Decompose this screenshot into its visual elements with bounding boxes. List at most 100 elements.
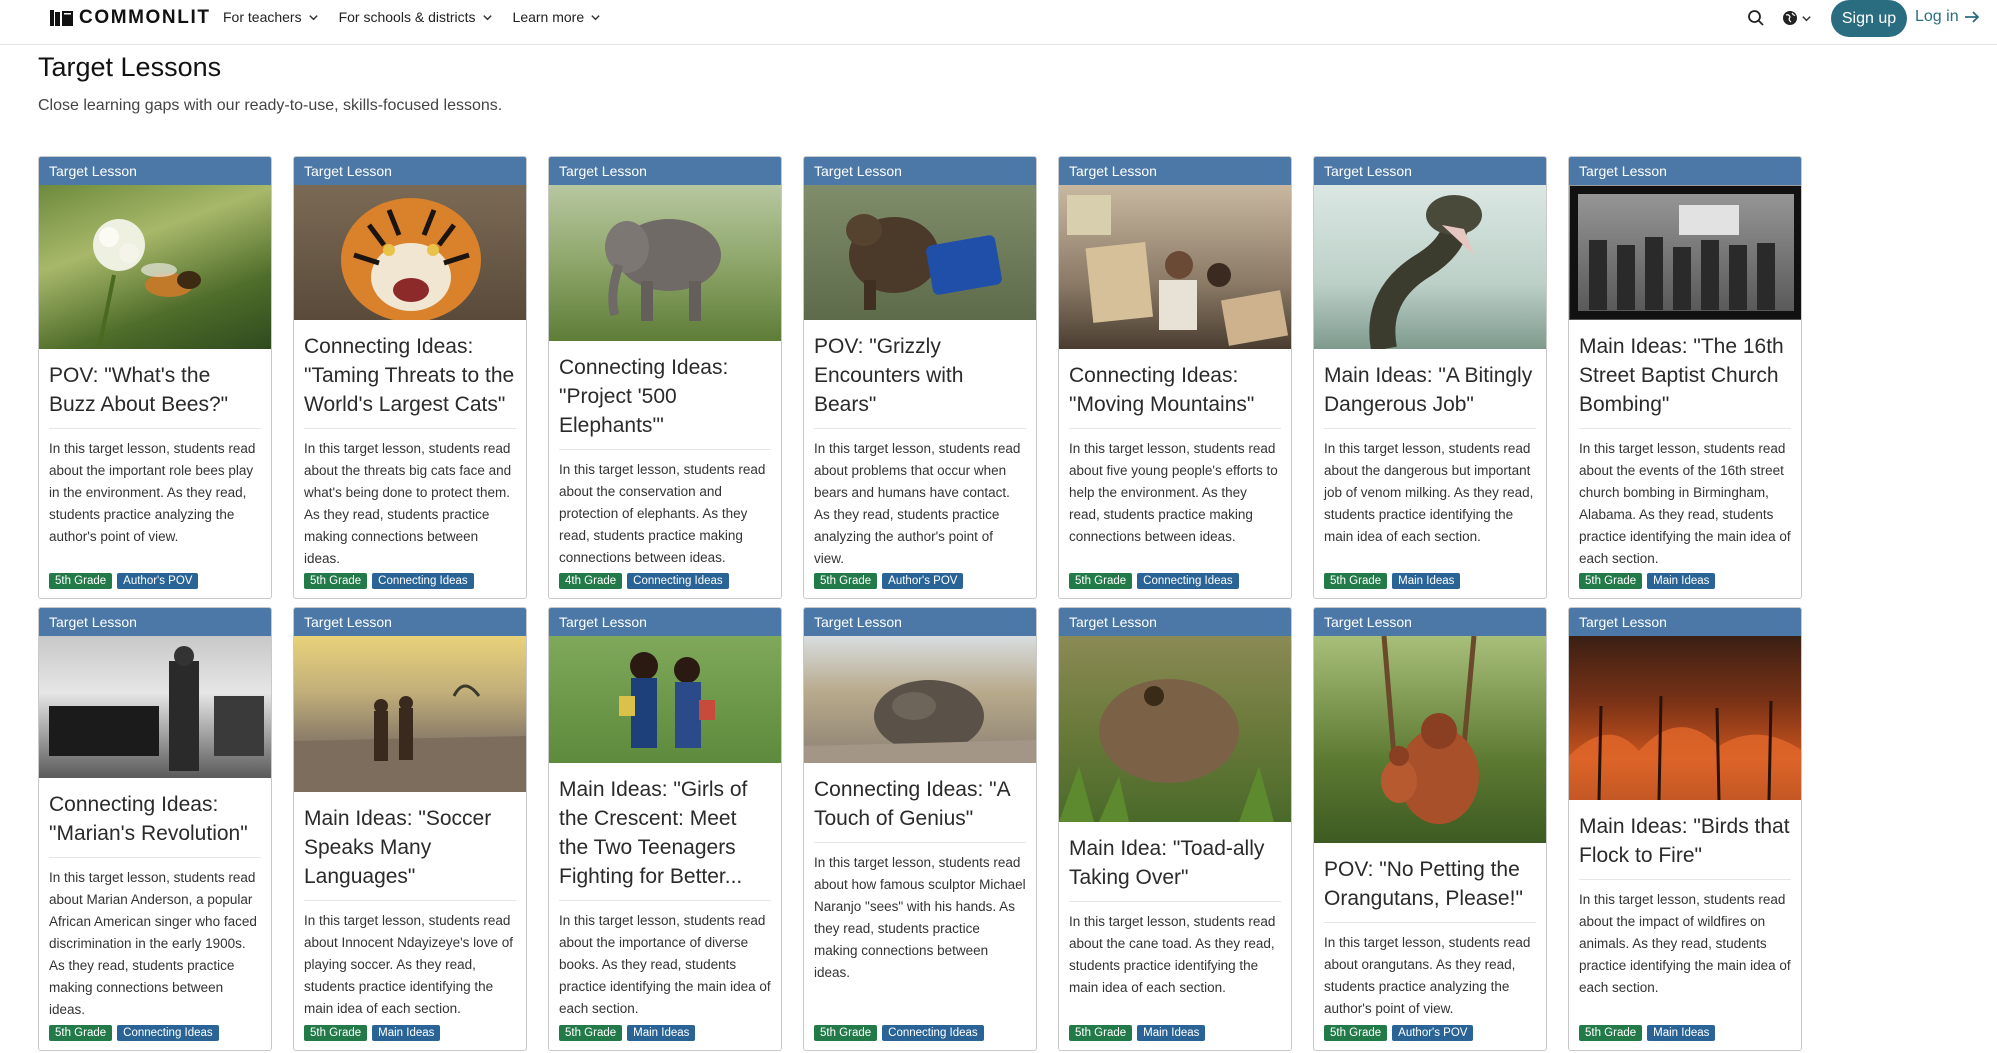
lesson-image xyxy=(294,636,526,792)
grade-badge: 5th Grade xyxy=(304,1025,368,1041)
lesson-card[interactable]: Target Lesson Main Ideas: "The 16th Stre… xyxy=(1568,156,1802,599)
lesson-description: In this target lesson, students read abo… xyxy=(1579,892,1791,995)
lesson-image xyxy=(1569,185,1801,320)
skill-badge: Connecting Ideas xyxy=(882,1025,984,1041)
lesson-card[interactable]: Target Lesson Connecting Ideas: "Marian'… xyxy=(38,607,272,1051)
card-type-label: Target Lesson xyxy=(804,157,1036,185)
nav-learn-more[interactable]: Learn more xyxy=(513,9,602,25)
lesson-title[interactable]: POV: "What's the Buzz About Bees?" xyxy=(39,361,271,419)
log-in-link[interactable]: Log in xyxy=(1915,8,1980,26)
tag-row: 4th Grade Connecting Ideas xyxy=(559,573,729,589)
lesson-card[interactable]: Target Lesson Main Ideas: "Soccer Speaks… xyxy=(293,607,527,1051)
tag-row: 5th Grade Author's POV xyxy=(49,573,199,589)
tag-row: 5th Grade Main Ideas xyxy=(1579,1025,1716,1041)
tag-row: 5th Grade Main Ideas xyxy=(304,1025,441,1041)
lesson-card[interactable]: Target Lesson Connecting Ideas: "Taming … xyxy=(293,156,527,599)
top-navigation-bar: COMMONLIT For teachers For schools & dis… xyxy=(0,0,1997,45)
card-type-label: Target Lesson xyxy=(1059,157,1291,185)
grade-badge: 5th Grade xyxy=(1579,573,1643,589)
lesson-image xyxy=(39,636,271,778)
divider xyxy=(1324,428,1536,429)
lesson-card[interactable]: Target Lesson POV: "Grizzly Encounters w… xyxy=(803,156,1037,599)
arrow-right-icon xyxy=(1964,11,1979,23)
lesson-image xyxy=(1314,185,1546,349)
lesson-title[interactable]: Main Ideas: "The 16th Street Baptist Chu… xyxy=(1569,332,1801,419)
lesson-title[interactable]: Main Ideas: "Birds that Flock to Fire" xyxy=(1569,812,1801,870)
lesson-card[interactable]: Target Lesson POV: "What's the Buzz Abou… xyxy=(38,156,272,599)
divider xyxy=(304,900,516,901)
chevron-down-icon xyxy=(591,14,600,20)
tag-row: 5th Grade Author's POV xyxy=(814,573,964,589)
lesson-card[interactable]: Target Lesson POV: "No Petting the Orang… xyxy=(1313,607,1547,1051)
lesson-card[interactable]: Target Lesson Main Idea: "Toad-ally Taki… xyxy=(1058,607,1292,1051)
tag-row: 5th Grade Main Ideas xyxy=(1069,1025,1206,1041)
chevron-down-icon xyxy=(1802,15,1811,21)
divider xyxy=(49,428,261,429)
lesson-description: In this target lesson, students read abo… xyxy=(49,870,257,1017)
tag-row: 5th Grade Connecting Ideas xyxy=(304,573,474,589)
grade-badge: 5th Grade xyxy=(49,1025,113,1041)
lesson-title[interactable]: Connecting Ideas: "Taming Threats to the… xyxy=(294,332,526,419)
grade-badge: 5th Grade xyxy=(304,573,368,589)
card-type-label: Target Lesson xyxy=(294,157,526,185)
lesson-card[interactable]: Target Lesson Main Ideas: "Birds that Fl… xyxy=(1568,607,1802,1051)
lesson-description: In this target lesson, students read abo… xyxy=(304,913,513,1016)
divider xyxy=(559,900,771,901)
lesson-title[interactable]: Main Ideas: "A Bitingly Dangerous Job" xyxy=(1314,361,1546,419)
lesson-title[interactable]: Connecting Ideas: "Marian's Revolution" xyxy=(39,790,271,848)
lesson-description: In this target lesson, students read abo… xyxy=(559,913,771,1016)
lesson-description: In this target lesson, students read abo… xyxy=(304,441,512,566)
skill-badge: Main Ideas xyxy=(1137,1025,1206,1041)
lesson-image xyxy=(1314,636,1546,843)
divider xyxy=(49,857,261,858)
lesson-grid: Target Lesson POV: "What's the Buzz Abou… xyxy=(38,156,1806,1053)
card-type-label: Target Lesson xyxy=(549,157,781,185)
tag-row: 5th Grade Main Ideas xyxy=(1579,573,1716,589)
card-type-label: Target Lesson xyxy=(804,608,1036,636)
lesson-title[interactable]: Main Idea: "Toad-ally Taking Over" xyxy=(1059,834,1291,892)
skill-badge: Author's POV xyxy=(117,573,199,589)
lesson-title[interactable]: POV: "Grizzly Encounters with Bears" xyxy=(804,332,1036,419)
page-title: Target Lessons xyxy=(38,52,222,82)
nav-for-schools[interactable]: For schools & districts xyxy=(339,9,493,25)
lesson-card[interactable]: Target Lesson Main Ideas: "Girls of the … xyxy=(548,607,782,1051)
lesson-description: In this target lesson, students read abo… xyxy=(1324,935,1531,1016)
divider xyxy=(814,842,1026,843)
lesson-title[interactable]: Connecting Ideas: "Project '500 Elephant… xyxy=(549,353,781,440)
skill-badge: Connecting Ideas xyxy=(627,573,729,589)
divider xyxy=(559,449,771,450)
tag-row: 5th Grade Author's POV xyxy=(1324,1025,1474,1041)
lesson-image xyxy=(1059,636,1291,822)
lesson-image xyxy=(549,185,781,341)
lesson-card[interactable]: Target Lesson Connecting Ideas: "Moving … xyxy=(1058,156,1292,599)
lesson-title[interactable]: Connecting Ideas: "A Touch of Genius" xyxy=(804,775,1036,833)
lesson-description: In this target lesson, students read abo… xyxy=(1324,441,1534,544)
lesson-card[interactable]: Target Lesson Connecting Ideas: "A Touch… xyxy=(803,607,1037,1051)
lesson-title[interactable]: POV: "No Petting the Orangutans, Please!… xyxy=(1314,855,1546,913)
divider xyxy=(814,428,1026,429)
page-subtitle: Close learning gaps with our ready-to-us… xyxy=(38,97,503,114)
grade-badge: 5th Grade xyxy=(1324,1025,1388,1041)
sign-up-button[interactable]: Sign up xyxy=(1831,0,1907,37)
grade-badge: 5th Grade xyxy=(1069,573,1133,589)
log-in-label: Log in xyxy=(1915,8,1959,25)
card-type-label: Target Lesson xyxy=(1314,157,1546,185)
lesson-description: In this target lesson, students read abo… xyxy=(1579,441,1791,566)
grade-badge: 5th Grade xyxy=(814,573,878,589)
card-type-label: Target Lesson xyxy=(1569,157,1801,185)
lesson-card[interactable]: Target Lesson Main Ideas: "A Bitingly Da… xyxy=(1313,156,1547,599)
lesson-title[interactable]: Main Ideas: "Soccer Speaks Many Language… xyxy=(294,804,526,891)
language-selector[interactable] xyxy=(1782,9,1816,27)
skill-badge: Connecting Ideas xyxy=(117,1025,219,1041)
lesson-description: In this target lesson, students read abo… xyxy=(814,855,1026,980)
nav-for-teachers[interactable]: For teachers xyxy=(223,9,319,25)
card-type-label: Target Lesson xyxy=(1059,608,1291,636)
commonlit-logo[interactable]: COMMONLIT xyxy=(49,7,211,29)
search-icon[interactable] xyxy=(1747,9,1765,27)
grade-badge: 4th Grade xyxy=(559,573,623,589)
lesson-title[interactable]: Main Ideas: "Girls of the Crescent: Meet… xyxy=(549,775,781,891)
lesson-card[interactable]: Target Lesson Connecting Ideas: "Project… xyxy=(548,156,782,599)
lesson-title[interactable]: Connecting Ideas: "Moving Mountains" xyxy=(1059,361,1291,419)
divider xyxy=(1579,428,1791,429)
card-type-label: Target Lesson xyxy=(39,157,271,185)
